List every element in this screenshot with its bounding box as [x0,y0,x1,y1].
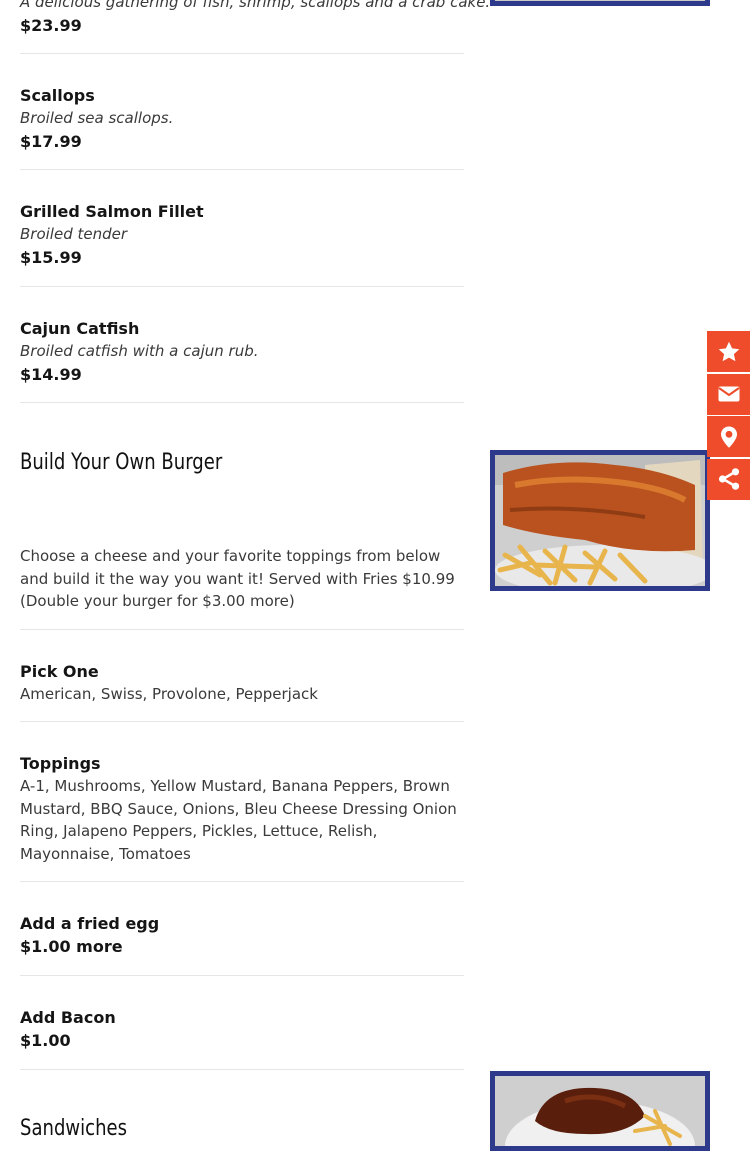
menu-item-price: $23.99 [20,16,82,35]
divider [20,881,464,882]
divider [20,169,464,170]
menu-option: Add Bacon $1.00 [20,1006,464,1052]
option-name: Toppings [20,754,101,773]
option-name: Add a fried egg [20,914,160,933]
menu-item: Scallops Broiled sea scallops. $17.99 [20,84,464,153]
menu-item-description: Broiled tender [20,225,128,243]
menu-item-price: $14.99 [20,365,82,384]
menu-item-name: Cajun Catfish [20,319,140,338]
menu-item-name: Scallops [20,86,95,105]
option-price: $1.00 [20,1031,71,1050]
menu-option: Pick One American, Swiss, Provolone, Pep… [20,660,464,706]
menu-item-description: Broiled catfish with a cajun rub. [20,342,259,360]
email-button[interactable] [707,373,750,415]
envelope-icon [717,386,740,402]
menu-item: Cajun Catfish Broiled catfish with a caj… [20,317,464,386]
option-text: A-1, Mushrooms, Yellow Mustard, Banana P… [20,777,457,863]
section-title: Build Your Own Burger [20,450,223,475]
divider [20,286,464,287]
menu-item-price: $17.99 [20,132,82,151]
menu-option: Toppings A-1, Mushrooms, Yellow Mustard,… [20,752,464,865]
menu-item-description: Broiled sea scallops. [20,109,174,127]
seafood-platter-photo[interactable] [490,0,710,6]
section-title: Sandwiches [20,1116,128,1141]
option-name: Pick One [20,662,99,681]
menu-item-name: Grilled Salmon Fillet [20,202,204,221]
option-text: American, Swiss, Provolone, Pepperjack [20,685,318,703]
favorite-button[interactable] [707,331,750,372]
fish-sandwich-image [495,455,705,586]
divider [20,402,464,403]
smothered-plate-image [495,1076,705,1146]
menu-item-price: $15.99 [20,248,82,267]
divider [20,629,464,630]
menu-option: Add a fried egg $1.00 more [20,912,464,958]
share-button[interactable] [707,458,750,500]
menu-item-description: A delicious gathering of fish, shrimp, s… [20,0,491,11]
option-name: Add Bacon [20,1008,116,1027]
divider [20,53,464,54]
directions-button[interactable] [707,416,750,457]
option-price: $1.00 more [20,937,123,956]
divider [20,975,464,976]
map-pin-icon [720,426,737,448]
social-share-bar [707,331,750,501]
menu-item: Grilled Salmon Fillet Broiled tender $15… [20,200,464,269]
star-icon [718,341,739,361]
section-description: Choose a cheese and your favorite toppin… [20,547,455,610]
sandwich-photo[interactable] [490,1071,710,1151]
divider [20,721,464,722]
share-icon [718,468,739,490]
divider [20,1069,464,1070]
menu-item: A delicious gathering of fish, shrimp, s… [20,0,491,37]
burger-photo[interactable] [490,450,710,591]
